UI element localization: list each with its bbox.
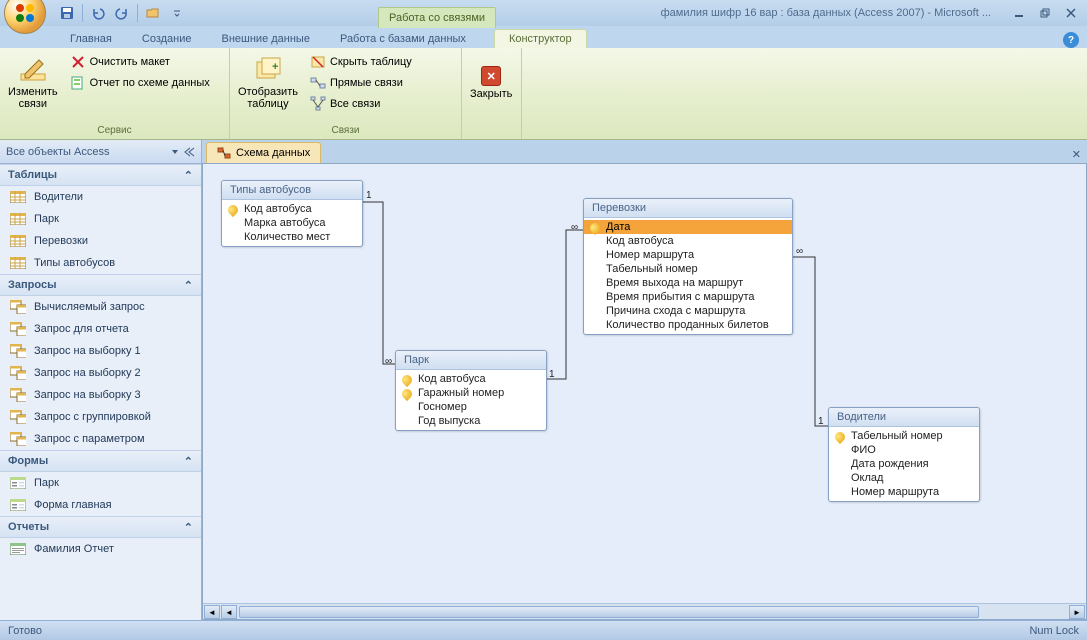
- close-button[interactable]: ✕ Закрыть: [466, 50, 516, 116]
- nav-item-table[interactable]: Парк: [0, 208, 201, 230]
- table-box-trips[interactable]: Перевозки ДатаКод автобусаНомер маршрута…: [583, 198, 793, 335]
- table-box-drivers[interactable]: Водители Табельный номерФИОДата рождения…: [828, 407, 980, 502]
- table-field[interactable]: Причина схода с маршрута: [584, 304, 792, 318]
- nav-item-table[interactable]: Водители: [0, 186, 201, 208]
- nav-item-report[interactable]: Фамилия Отчет: [0, 538, 201, 560]
- nav-category-queries[interactable]: Запросы⌃: [0, 274, 201, 296]
- status-numlock: Num Lock: [1029, 625, 1079, 637]
- save-icon[interactable]: [56, 2, 78, 24]
- scroll-left-icon[interactable]: ◄: [221, 605, 237, 619]
- table-field[interactable]: Количество мест: [222, 230, 362, 244]
- minimize-button[interactable]: [1007, 4, 1031, 22]
- tab-external-data[interactable]: Внешние данные: [208, 30, 324, 48]
- ribbon-tabs: Главная Создание Внешние данные Работа с…: [0, 26, 1087, 48]
- qat-customize-icon[interactable]: [166, 2, 188, 24]
- document-tab-schema[interactable]: Схема данных: [206, 142, 321, 163]
- open-folder-icon[interactable]: [142, 2, 164, 24]
- window-title: фамилия шифр 16 вар : база данных (Acces…: [661, 7, 991, 19]
- table-field[interactable]: Время прибытия с маршрута: [584, 290, 792, 304]
- all-relationships-button[interactable]: Все связи: [306, 94, 416, 114]
- nav-item-query[interactable]: Запрос на выборку 3: [0, 384, 201, 406]
- table-field[interactable]: Марка автобуса: [222, 216, 362, 230]
- table-field[interactable]: Госномер: [396, 400, 546, 414]
- ribbon-group-relationships: Связи: [234, 124, 457, 137]
- undo-icon[interactable]: [87, 2, 109, 24]
- relationships-canvas[interactable]: 1 ∞ 1 ∞ ∞ 1 Типы автобусов Код автобусаМ…: [202, 164, 1087, 620]
- nav-item-form[interactable]: Форма главная: [0, 494, 201, 516]
- nav-item-query[interactable]: Запрос с группировкой: [0, 406, 201, 428]
- document-close-button[interactable]: ✕: [1066, 146, 1087, 163]
- hide-table-button[interactable]: Скрыть таблицу: [306, 52, 416, 72]
- nav-category-tables[interactable]: Таблицы⌃: [0, 164, 201, 186]
- table-field[interactable]: Оклад: [829, 471, 979, 485]
- ribbon: Изменить связи Очистить макет Отчет по с…: [0, 48, 1087, 140]
- nav-item-table[interactable]: Типы автобусов: [0, 252, 201, 274]
- nav-item-form[interactable]: Парк: [0, 472, 201, 494]
- table-field[interactable]: ФИО: [829, 443, 979, 457]
- navigation-pane: Все объекты Access Таблицы⌃ ВодителиПарк…: [0, 140, 202, 620]
- ribbon-group-service: Сервис: [4, 124, 225, 137]
- nav-item-query[interactable]: Запрос с параметром: [0, 428, 201, 450]
- scroll-right-icon[interactable]: ►: [1069, 605, 1085, 619]
- table-field[interactable]: Год выпуска: [396, 414, 546, 428]
- show-table-button[interactable]: + Отобразить таблицу: [234, 50, 302, 116]
- edit-relationships-button[interactable]: Изменить связи: [4, 50, 62, 116]
- clear-layout-button[interactable]: Очистить макет: [66, 52, 214, 72]
- nav-category-reports[interactable]: Отчеты⌃: [0, 516, 201, 538]
- table-box-types[interactable]: Типы автобусов Код автобусаМарка автобус…: [221, 180, 363, 247]
- tab-create[interactable]: Создание: [128, 30, 206, 48]
- status-bar: Готово Num Lock: [0, 620, 1087, 640]
- nav-item-query[interactable]: Запрос на выборку 1: [0, 340, 201, 362]
- table-field[interactable]: Табельный номер: [584, 262, 792, 276]
- status-ready: Готово: [8, 625, 42, 637]
- relationship-report-button[interactable]: Отчет по схеме данных: [66, 73, 214, 93]
- table-field[interactable]: Код автобуса: [584, 234, 792, 248]
- workspace: Схема данных ✕ 1 ∞ 1 ∞ ∞ 1 Типы автобусо…: [202, 140, 1087, 620]
- help-button[interactable]: ?: [1063, 32, 1079, 48]
- nav-item-table[interactable]: Перевозки: [0, 230, 201, 252]
- table-field[interactable]: Дата рождения: [829, 457, 979, 471]
- table-field[interactable]: Гаражный номер: [396, 386, 546, 400]
- quick-access-toolbar: [56, 2, 188, 24]
- dropdown-icon[interactable]: [171, 148, 179, 156]
- nav-header[interactable]: Все объекты Access: [0, 140, 201, 164]
- relationships-icon: [217, 146, 231, 160]
- collapse-pane-icon[interactable]: [183, 146, 195, 158]
- close-window-button[interactable]: [1059, 4, 1083, 22]
- horizontal-scrollbar[interactable]: ◄ ◄ ►: [203, 603, 1086, 619]
- tab-design[interactable]: Конструктор: [494, 29, 587, 48]
- nav-item-query[interactable]: Запрос на выборку 2: [0, 362, 201, 384]
- nav-category-forms[interactable]: Формы⌃: [0, 450, 201, 472]
- table-box-park[interactable]: Парк Код автобусаГаражный номерГосномерГ…: [395, 350, 547, 431]
- tab-home[interactable]: Главная: [56, 30, 126, 48]
- table-field[interactable]: Номер маршрута: [584, 248, 792, 262]
- table-field[interactable]: Время выхода на маршрут: [584, 276, 792, 290]
- restore-button[interactable]: [1033, 4, 1057, 22]
- svg-text:+: +: [272, 61, 278, 73]
- table-field[interactable]: Количество проданных билетов: [584, 318, 792, 332]
- nav-item-query[interactable]: Запрос для отчета: [0, 318, 201, 340]
- redo-icon[interactable]: [111, 2, 133, 24]
- direct-relationships-button[interactable]: Прямые связи: [306, 73, 416, 93]
- table-field[interactable]: Код автобуса: [222, 202, 362, 216]
- title-bar: Работа со связями фамилия шифр 16 вар : …: [0, 0, 1087, 26]
- scroll-thumb[interactable]: [239, 606, 979, 618]
- table-field[interactable]: Табельный номер: [829, 429, 979, 443]
- table-field[interactable]: Дата: [584, 220, 792, 234]
- scroll-left-icon[interactable]: ◄: [204, 605, 220, 619]
- table-field[interactable]: Номер маршрута: [829, 485, 979, 499]
- contextual-tab-group: Работа со связями: [378, 7, 496, 28]
- tab-database-tools[interactable]: Работа с базами данных: [326, 30, 480, 48]
- nav-item-query[interactable]: Вычисляемый запрос: [0, 296, 201, 318]
- table-field[interactable]: Код автобуса: [396, 372, 546, 386]
